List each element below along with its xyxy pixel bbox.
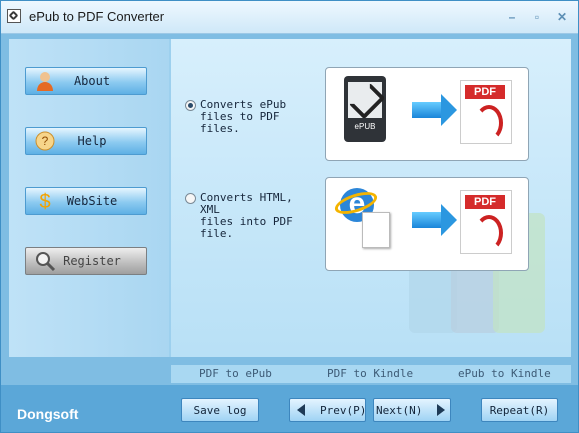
arrow-right-icon <box>412 204 457 236</box>
magnifier-icon <box>30 249 60 273</box>
ereader-icon: ePUB <box>344 76 386 142</box>
brand-name: Dongsoft <box>17 406 79 422</box>
website-label: WebSite <box>66 194 118 208</box>
tab-bar: PDF to ePub PDF to Kindle ePub to Kindle <box>171 365 571 383</box>
ereader-label: ePUB <box>354 122 376 131</box>
about-button[interactable]: About <box>25 67 147 95</box>
tab-pdf-to-kindle[interactable]: PDF to Kindle <box>327 367 413 380</box>
document-icon <box>362 212 390 248</box>
register-label: Register <box>63 254 121 268</box>
chevron-left-icon <box>292 399 310 421</box>
prev-button[interactable]: Prev(P) <box>289 398 366 422</box>
epub-radio[interactable] <box>185 100 196 111</box>
tab-pdf-to-epub[interactable]: PDF to ePub <box>199 367 272 380</box>
user-icon <box>30 69 60 93</box>
pdf-label: PDF <box>465 195 505 209</box>
epub-preview: ePUB PDF <box>325 67 529 161</box>
chevron-right-icon <box>432 399 450 421</box>
window-title: ePub to PDF Converter <box>29 9 165 24</box>
next-label: Next(N) <box>376 403 423 417</box>
main-panel: Converts ePub files to PDF files. ePUB P… <box>171 39 571 357</box>
repeat-button[interactable]: Repeat(R) <box>481 398 558 422</box>
save-log-label: Save log <box>193 403 247 417</box>
next-button[interactable]: Next(N) <box>373 398 451 422</box>
register-button[interactable]: Register <box>25 247 147 275</box>
website-button[interactable]: $ WebSite <box>25 187 147 215</box>
html-preview: e PDF <box>325 177 529 271</box>
html-option-label: Converts HTML, XML files into PDF file. <box>200 191 293 240</box>
epub-option[interactable]: Converts ePub files to PDF files. <box>185 99 318 135</box>
help-button[interactable]: ? Help <box>25 127 147 155</box>
sidebar: About ? Help $ WebSite Register <box>9 39 171 357</box>
prev-label: Prev(P) <box>320 403 367 417</box>
title-bar: ePub to PDF Converter – ▫ ✕ <box>1 1 578 34</box>
help-icon: ? <box>30 129 60 153</box>
tab-epub-to-kindle[interactable]: ePub to Kindle <box>458 367 551 380</box>
svg-text:?: ? <box>42 134 49 148</box>
arrow-right-icon <box>412 94 457 126</box>
epub-option-label: Converts ePub files to PDF files. <box>200 98 287 135</box>
svg-text:$: $ <box>39 191 50 212</box>
minimize-button[interactable]: – <box>506 11 518 23</box>
dollar-icon: $ <box>30 189 60 213</box>
restore-button[interactable]: ▫ <box>531 11 543 23</box>
close-button[interactable]: ✕ <box>556 11 568 23</box>
footer-bar: Dongsoft Save log Prev(P) Next(N) Repeat… <box>1 385 578 432</box>
pdf-icon: PDF <box>460 190 512 254</box>
save-log-button[interactable]: Save log <box>181 398 259 422</box>
repeat-label: Repeat(R) <box>489 403 550 417</box>
html-option[interactable]: Converts HTML, XML files into PDF file. <box>185 192 318 240</box>
pdf-label: PDF <box>465 85 505 99</box>
help-label: Help <box>77 134 107 148</box>
app-window: ePub to PDF Converter – ▫ ✕ About ? Help… <box>0 0 579 433</box>
about-label: About <box>73 74 111 88</box>
html-radio[interactable] <box>185 193 196 204</box>
pdf-icon: PDF <box>460 80 512 144</box>
app-icon <box>7 9 21 23</box>
